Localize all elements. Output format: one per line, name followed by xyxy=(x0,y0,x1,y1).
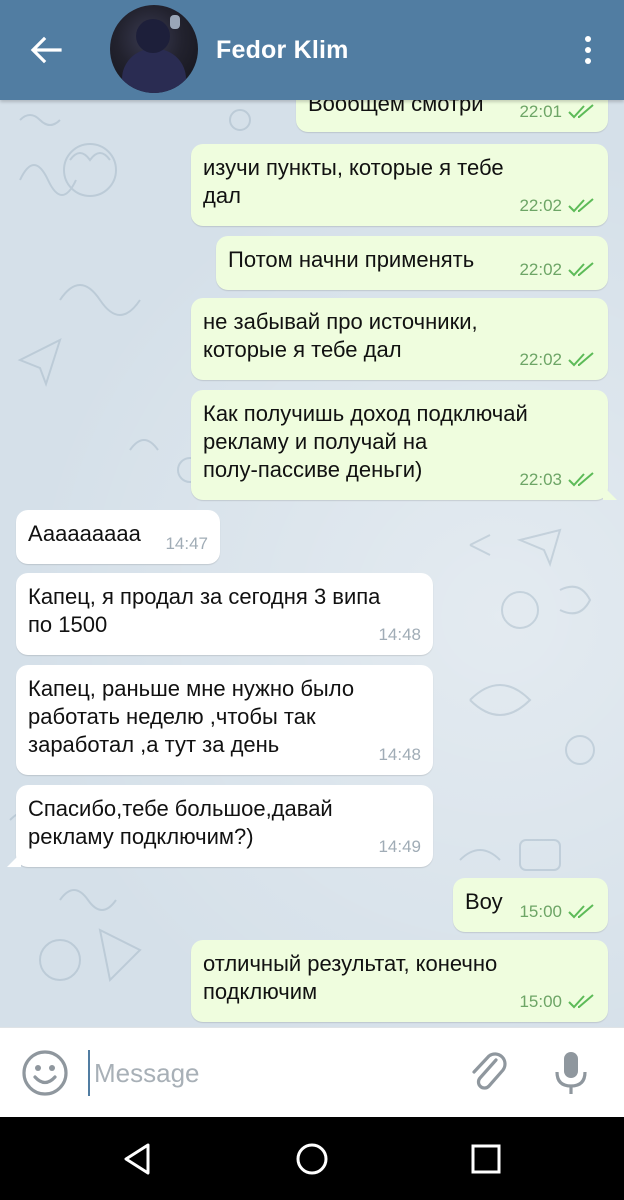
double-check-icon xyxy=(568,262,594,277)
message-list[interactable]: Вообщем смотри 22:01 изучи пункты, котор… xyxy=(0,0,624,1027)
message-meta: 22:01 xyxy=(519,102,596,122)
system-navigation-bar xyxy=(0,1117,624,1200)
message-time: 14:48 xyxy=(378,625,421,644)
nav-recents-button[interactable] xyxy=(466,1139,506,1179)
message-input[interactable] xyxy=(88,1050,444,1096)
message-input-bar xyxy=(0,1027,624,1118)
bubble-tail xyxy=(7,853,21,867)
circle-home-icon xyxy=(296,1143,328,1175)
message-time: 22:02 xyxy=(519,260,562,279)
message-bubble-outgoing[interactable]: Воу 15:00 xyxy=(453,878,608,932)
back-button[interactable] xyxy=(22,26,70,74)
message-time: 22:02 xyxy=(519,350,562,369)
double-check-icon xyxy=(568,472,594,487)
message-time: 22:01 xyxy=(519,102,562,121)
arrow-back-icon xyxy=(30,36,62,64)
message-bubble-outgoing[interactable]: не забывай про источники, которые я тебе… xyxy=(191,298,608,380)
double-check-icon xyxy=(568,994,594,1009)
emoji-button[interactable] xyxy=(20,1048,70,1098)
double-check-icon xyxy=(568,352,594,367)
message-meta: 14:49 xyxy=(378,837,421,857)
message-text: Капец, раньше мне нужно было работать не… xyxy=(28,676,355,757)
more-options-button[interactable] xyxy=(572,30,604,70)
bubble-tail xyxy=(603,486,617,500)
message-meta: 22:03 xyxy=(519,470,596,490)
message-time: 14:47 xyxy=(165,534,208,553)
nav-back-button[interactable] xyxy=(118,1139,158,1179)
message-bubble-incoming[interactable]: Капец, раньше мне нужно было работать не… xyxy=(16,665,433,775)
triangle-back-icon xyxy=(124,1143,150,1175)
paperclip-icon xyxy=(472,1052,507,1090)
message-meta: 22:02 xyxy=(519,260,596,280)
message-meta: 22:02 xyxy=(519,196,596,216)
contact-name[interactable]: Fedor Klim xyxy=(216,36,349,65)
message-meta: 14:48 xyxy=(378,745,421,765)
emoji-icon xyxy=(22,1050,68,1096)
message-time: 22:03 xyxy=(519,470,562,489)
message-time: 22:02 xyxy=(519,196,562,215)
microphone-button[interactable] xyxy=(548,1048,594,1098)
message-time: 14:49 xyxy=(378,837,421,856)
message-time: 15:00 xyxy=(519,902,562,921)
message-meta: 22:02 xyxy=(519,350,596,370)
message-meta: 14:48 xyxy=(378,625,421,645)
message-bubble-incoming[interactable]: Спасибо,тебе большое,давай рекламу подкл… xyxy=(7,785,433,867)
message-meta: 15:00 xyxy=(519,902,596,922)
square-recents-icon xyxy=(471,1144,501,1174)
message-text: Капец, я продал за сегодня 3 випа по 150… xyxy=(28,584,381,637)
message-bubble-incoming[interactable]: Аааааaааа 14:47 xyxy=(16,510,220,564)
chat-screen: Вообщем смотри 22:01 изучи пункты, котор… xyxy=(0,0,624,1200)
double-check-icon xyxy=(568,104,594,119)
message-bubble-outgoing[interactable]: отличный результат, конечно подключим 15… xyxy=(191,940,608,1022)
message-meta: 14:47 xyxy=(165,534,208,554)
double-check-icon xyxy=(568,198,594,213)
message-bubble-outgoing[interactable]: изучи пункты, которые я тебе дал 22:02 xyxy=(191,144,608,226)
message-time: 14:48 xyxy=(378,745,421,764)
avatar[interactable] xyxy=(110,5,198,93)
more-vertical-icon xyxy=(585,36,591,42)
double-check-icon xyxy=(568,904,594,919)
message-bubble-incoming[interactable]: Капец, я продал за сегодня 3 випа по 150… xyxy=(16,573,433,655)
message-time: 15:00 xyxy=(519,992,562,1011)
message-meta: 15:00 xyxy=(519,992,596,1012)
nav-home-button[interactable] xyxy=(292,1139,332,1179)
chat-header: Fedor Klim xyxy=(0,0,624,100)
microphone-icon xyxy=(555,1052,587,1094)
message-bubble-outgoing[interactable]: Как получишь доход подключай рекламу и п… xyxy=(191,390,617,500)
attach-button[interactable] xyxy=(466,1050,512,1096)
message-bubble-outgoing[interactable]: Потом начни применять 22:02 xyxy=(216,236,608,290)
message-text: Спасибо,тебе большое,давай рекламу подкл… xyxy=(28,796,333,849)
